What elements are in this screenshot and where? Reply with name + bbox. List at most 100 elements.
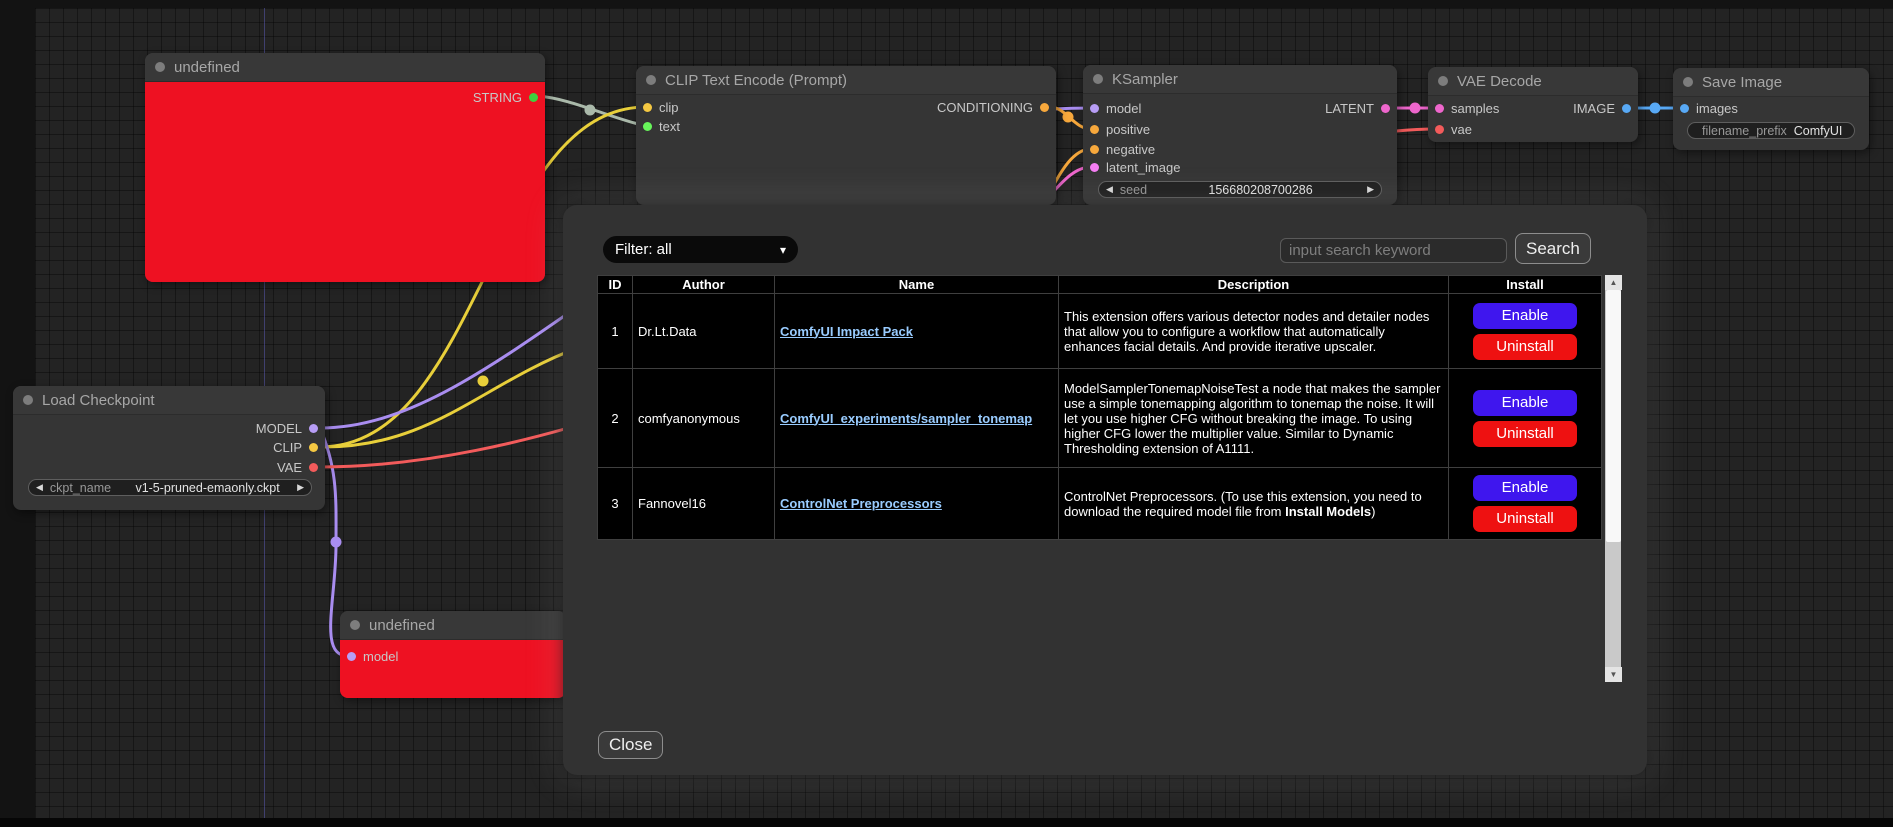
node-load-checkpoint[interactable]: Load Checkpoint MODEL CLIP VAE ◀ ckpt_na…: [13, 386, 325, 510]
widget-value[interactable]: 156680208700286: [1154, 183, 1367, 197]
widget-increment-icon[interactable]: ▶: [297, 483, 304, 492]
node-title-bar[interactable]: KSampler: [1083, 65, 1397, 94]
node-title-bar[interactable]: Save Image: [1673, 68, 1869, 97]
enable-button[interactable]: Enable: [1473, 390, 1577, 416]
seed-widget[interactable]: ◀ seed 156680208700286 ▶: [1098, 181, 1382, 198]
output-slot-vae[interactable]: VAE: [277, 460, 318, 474]
wire-dot-image[interactable]: [1650, 103, 1661, 114]
extension-name-link[interactable]: ComfyUI_experiments/sampler_tonemap: [780, 411, 1032, 426]
input-slot-model[interactable]: model: [1090, 101, 1141, 115]
slot-dot-string[interactable]: [529, 93, 538, 102]
uninstall-button[interactable]: Uninstall: [1473, 334, 1577, 360]
slot-dot-latent[interactable]: [1381, 104, 1390, 113]
widget-increment-icon[interactable]: ▶: [1367, 185, 1374, 194]
output-slot-string[interactable]: STRING: [473, 90, 538, 104]
node-title-bar[interactable]: VAE Decode: [1428, 67, 1638, 96]
comfyui-screen: undefined STRING CLIP Text Encode (Promp…: [0, 0, 1893, 827]
wire-dot-model[interactable]: [331, 537, 342, 548]
node-save-image[interactable]: Save Image images filename_prefix ComfyU…: [1673, 68, 1869, 150]
slot-label: model: [1106, 101, 1141, 116]
slot-dot-positive[interactable]: [1090, 125, 1099, 134]
search-input[interactable]: [1280, 238, 1507, 263]
node-collapse-dot-icon[interactable]: [646, 75, 656, 85]
input-slot-samples[interactable]: samples: [1435, 101, 1499, 115]
wire-dot-conditioning[interactable]: [1063, 112, 1074, 123]
wire-dot-clip[interactable]: [478, 376, 489, 387]
node-undefined-top[interactable]: undefined STRING: [145, 53, 545, 282]
node-collapse-dot-icon[interactable]: [350, 620, 360, 630]
slot-dot-model[interactable]: [347, 652, 356, 661]
table-row: 1 Dr.Lt.Data ComfyUI Impact Pack This ex…: [598, 294, 1602, 369]
input-slot-positive[interactable]: positive: [1090, 122, 1150, 136]
close-button[interactable]: Close: [598, 731, 663, 759]
widget-value[interactable]: ComfyUI: [1794, 124, 1847, 138]
output-slot-image[interactable]: IMAGE: [1573, 101, 1631, 115]
output-slot-latent[interactable]: LATENT: [1325, 101, 1390, 115]
slot-dot-samples[interactable]: [1435, 104, 1444, 113]
slot-label: latent_image: [1106, 160, 1180, 175]
filter-select[interactable]: Filter: all ▾: [603, 236, 798, 263]
cell-id: 1: [598, 294, 633, 369]
output-slot-clip[interactable]: CLIP: [273, 440, 318, 454]
input-slot-latent-image[interactable]: latent_image: [1090, 160, 1180, 174]
node-title-bar[interactable]: CLIP Text Encode (Prompt): [636, 66, 1056, 95]
scroll-down-icon[interactable]: ▼: [1605, 667, 1622, 682]
slot-dot-image[interactable]: [1622, 104, 1631, 113]
slot-dot-vae-out[interactable]: [309, 463, 318, 472]
ckpt-name-widget[interactable]: ◀ ckpt_name v1-5-pruned-emaonly.ckpt ▶: [28, 479, 312, 496]
extension-table-container: ID Author Name Description Install 1 Dr.…: [597, 275, 1621, 682]
extension-name-link[interactable]: ComfyUI Impact Pack: [780, 324, 913, 339]
slot-dot-conditioning[interactable]: [1040, 103, 1049, 112]
wire-dot-latent[interactable]: [1410, 103, 1421, 114]
filter-select-value: Filter: all: [615, 241, 672, 258]
output-slot-conditioning[interactable]: CONDITIONING: [937, 100, 1049, 114]
slot-label: MODEL: [256, 421, 302, 436]
input-slot-model[interactable]: model: [347, 649, 398, 663]
slot-dot-negative[interactable]: [1090, 145, 1099, 154]
table-header-row: ID Author Name Description Install: [598, 276, 1602, 294]
slot-dot-model[interactable]: [1090, 104, 1099, 113]
slot-dot-vae[interactable]: [1435, 125, 1444, 134]
uninstall-button[interactable]: Uninstall: [1473, 421, 1577, 447]
widget-value[interactable]: v1-5-pruned-emaonly.ckpt: [118, 481, 297, 495]
cell-author: Fannovel16: [633, 468, 775, 540]
widget-decrement-icon[interactable]: ◀: [36, 483, 43, 492]
output-slot-model[interactable]: MODEL: [256, 421, 318, 435]
node-vae-decode[interactable]: VAE Decode samples vae IMAGE: [1428, 67, 1638, 142]
slot-dot-latent-image[interactable]: [1090, 163, 1099, 172]
scrollbar-thumb[interactable]: [1606, 290, 1621, 542]
node-collapse-dot-icon[interactable]: [155, 62, 165, 72]
node-title-bar[interactable]: undefined: [145, 53, 545, 82]
input-slot-clip[interactable]: clip: [643, 100, 679, 114]
node-undefined-bottom[interactable]: undefined model: [340, 611, 566, 698]
slot-dot-text[interactable]: [643, 122, 652, 131]
wire-dot-string[interactable]: [585, 105, 596, 116]
slot-label: images: [1696, 101, 1738, 116]
slot-dot-clip[interactable]: [643, 103, 652, 112]
node-title-bar[interactable]: Load Checkpoint: [13, 386, 325, 415]
input-slot-images[interactable]: images: [1680, 101, 1738, 115]
table-scrollbar[interactable]: ▲ ▼: [1605, 275, 1621, 682]
node-collapse-dot-icon[interactable]: [1093, 74, 1103, 84]
extension-name-link[interactable]: ControlNet Preprocessors: [780, 496, 942, 511]
enable-button[interactable]: Enable: [1473, 303, 1577, 329]
node-clip-text-encode[interactable]: CLIP Text Encode (Prompt) clip text COND…: [636, 66, 1056, 205]
node-collapse-dot-icon[interactable]: [1438, 76, 1448, 86]
input-slot-text[interactable]: text: [643, 119, 680, 133]
node-collapse-dot-icon[interactable]: [1683, 77, 1693, 87]
enable-button[interactable]: Enable: [1473, 475, 1577, 501]
node-title: CLIP Text Encode (Prompt): [665, 72, 847, 89]
node-collapse-dot-icon[interactable]: [23, 395, 33, 405]
slot-dot-clip-out[interactable]: [309, 443, 318, 452]
scroll-up-icon[interactable]: ▲: [1605, 275, 1622, 290]
input-slot-vae[interactable]: vae: [1435, 122, 1472, 136]
node-title-bar[interactable]: undefined: [340, 611, 566, 640]
node-ksampler[interactable]: KSampler model positive negative latent_…: [1083, 65, 1397, 205]
search-button[interactable]: Search: [1515, 233, 1591, 264]
uninstall-button[interactable]: Uninstall: [1473, 506, 1577, 532]
slot-dot-images[interactable]: [1680, 104, 1689, 113]
widget-decrement-icon[interactable]: ◀: [1106, 185, 1113, 194]
slot-dot-model-out[interactable]: [309, 424, 318, 433]
filename-prefix-widget[interactable]: filename_prefix ComfyUI: [1687, 122, 1855, 139]
input-slot-negative[interactable]: negative: [1090, 142, 1155, 156]
